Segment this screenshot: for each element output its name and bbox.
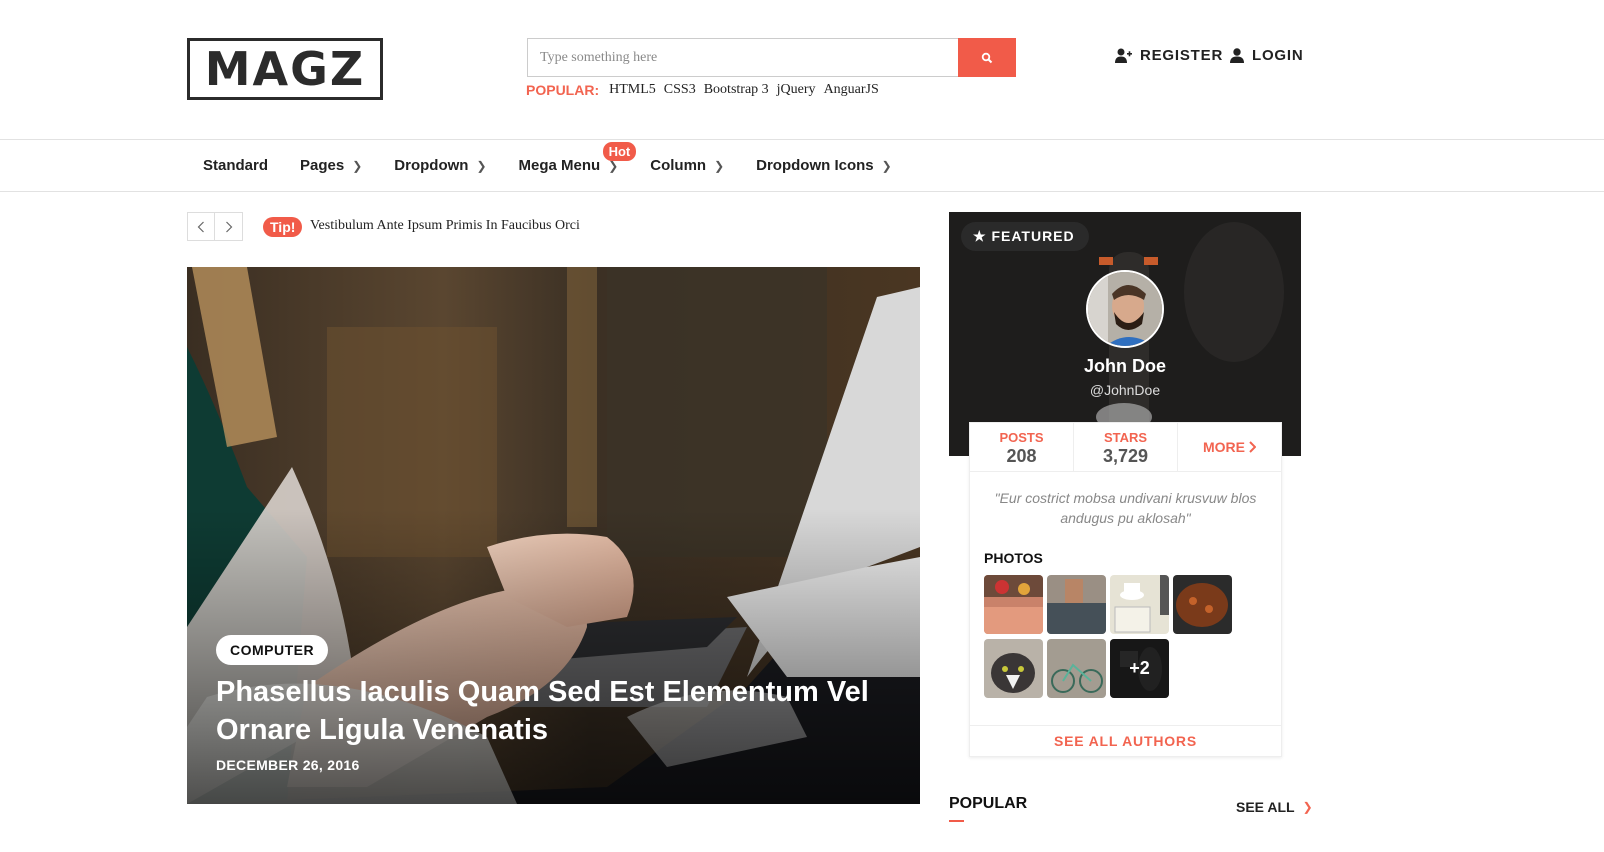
popular-tag-css3[interactable]: CSS3 <box>664 82 696 98</box>
chevron-right-icon: ❯ <box>714 158 725 173</box>
stat-value: 3,729 <box>1102 446 1149 466</box>
hot-badge: Hot <box>602 142 637 161</box>
chevron-right-icon <box>1249 441 1256 453</box>
author-avatar[interactable] <box>1086 270 1164 348</box>
featured-badge: ★ FEATURED <box>961 222 1089 251</box>
nav-item-dropdown-icons[interactable]: Dropdown Icons ❯ <box>740 140 908 191</box>
more-button[interactable]: MORE <box>1178 423 1281 471</box>
photo-thumbnail[interactable] <box>984 639 1043 698</box>
nav-item-label: Pages <box>300 157 345 174</box>
popular-tag-html5[interactable]: HTML5 <box>609 82 656 98</box>
more-label: MORE <box>1203 439 1245 455</box>
featured-author-banner: ★ FEATURED John Doe @JohnDoe <box>949 212 1301 456</box>
user-plus-icon <box>1115 48 1132 63</box>
nav-item-standard[interactable]: Standard <box>187 140 284 191</box>
ticker-next-button[interactable] <box>215 212 243 241</box>
stat-value: 208 <box>1006 446 1037 466</box>
chevron-right-icon: ❯ <box>476 158 487 173</box>
see-all-label: SEE ALL <box>1236 799 1295 815</box>
stat-label: STARS <box>1103 430 1148 445</box>
avatar-image <box>1088 272 1162 346</box>
photo-thumbnail[interactable] <box>1047 575 1106 634</box>
login-label: LOGIN <box>1252 47 1304 64</box>
photo-thumbnail[interactable] <box>1047 639 1106 698</box>
user-icon <box>1230 48 1244 63</box>
nav-item-label: Standard <box>203 157 269 174</box>
nav-item-dropdown[interactable]: Dropdown ❯ <box>378 140 502 191</box>
nav-item-label: Mega Menu <box>518 157 601 174</box>
section-underline <box>949 820 964 822</box>
chevron-left-icon <box>197 221 204 232</box>
popular-tags: POPULAR: HTML5 CSS3 Bootstrap 3 jQuery A… <box>526 82 879 98</box>
photos-grid: +2 <box>984 575 1281 698</box>
search-button[interactable] <box>958 38 1016 77</box>
register-link[interactable]: REGISTER <box>1115 47 1223 64</box>
login-link[interactable]: LOGIN <box>1230 47 1304 64</box>
stat-stars: STARS 3,729 <box>1074 423 1178 471</box>
stat-label: POSTS <box>999 430 1044 445</box>
chevron-right-icon: ❯ <box>352 158 363 173</box>
site-logo[interactable]: MAGZ <box>187 38 383 100</box>
hero-title[interactable]: Phasellus Iaculis Quam Sed Est Elementum… <box>216 673 876 749</box>
nav-divider <box>0 191 1604 192</box>
photos-more-count: +2 <box>1110 639 1169 698</box>
author-name[interactable]: John Doe <box>949 356 1301 377</box>
chevron-right-icon: ❯ <box>881 158 892 173</box>
popular-tag-angularjs[interactable]: AnguarJS <box>824 82 879 98</box>
search-bar <box>527 38 1016 77</box>
author-handle: @JohnDoe <box>1089 382 1161 398</box>
chevron-right-icon <box>225 221 232 232</box>
popular-tag-bootstrap[interactable]: Bootstrap 3 <box>704 82 769 98</box>
author-quote: "Eur costrict mobsa undivani krusvuw blo… <box>994 490 1257 526</box>
photo-thumbnail[interactable] <box>1173 575 1232 634</box>
nav-item-label: Column <box>650 157 707 174</box>
author-card: POSTS 208 STARS 3,729 MORE "Eur costrict… <box>969 422 1282 757</box>
popular-section-title: POPULAR <box>949 795 1028 812</box>
main-nav: Standard Pages ❯ Dropdown ❯ Mega Menu ❯ … <box>187 140 908 191</box>
stat-posts: POSTS 208 <box>970 423 1074 471</box>
see-all-authors-link[interactable]: SEE ALL AUTHORS <box>970 725 1281 756</box>
nav-item-label: Dropdown Icons <box>756 157 874 174</box>
search-icon <box>981 52 993 63</box>
ticker-headline[interactable]: Vestibulum Ante Ipsum Primis In Faucibus… <box>310 218 580 234</box>
popular-label: POPULAR: <box>526 82 600 98</box>
photo-more-button[interactable]: +2 <box>1110 639 1169 698</box>
see-all-popular-link[interactable]: SEE ALL ❯ <box>1236 799 1313 815</box>
search-input[interactable] <box>527 38 958 77</box>
tip-badge: Tip! <box>263 217 303 237</box>
hero-article[interactable]: COMPUTER Phasellus Iaculis Quam Sed Est … <box>187 267 920 804</box>
photo-thumbnail[interactable] <box>1110 575 1169 634</box>
photos-title: PHOTOS <box>984 550 1043 566</box>
author-stats: POSTS 208 STARS 3,729 MORE <box>970 423 1281 472</box>
category-badge[interactable]: COMPUTER <box>216 635 329 665</box>
nav-item-mega-menu[interactable]: Mega Menu ❯ Hot <box>503 140 637 191</box>
nav-item-pages[interactable]: Pages ❯ <box>284 140 378 191</box>
nav-item-label: Dropdown <box>394 157 469 174</box>
ticker-controls <box>187 212 243 241</box>
chevron-right-icon: ❯ <box>1302 800 1313 814</box>
popular-tag-jquery[interactable]: jQuery <box>777 82 816 98</box>
photo-thumbnail[interactable] <box>984 575 1043 634</box>
hero-date: DECEMBER 26, 2016 <box>216 757 360 773</box>
nav-item-column[interactable]: Column ❯ <box>634 140 740 191</box>
ticker-prev-button[interactable] <box>187 212 215 241</box>
register-label: REGISTER <box>1140 47 1224 64</box>
